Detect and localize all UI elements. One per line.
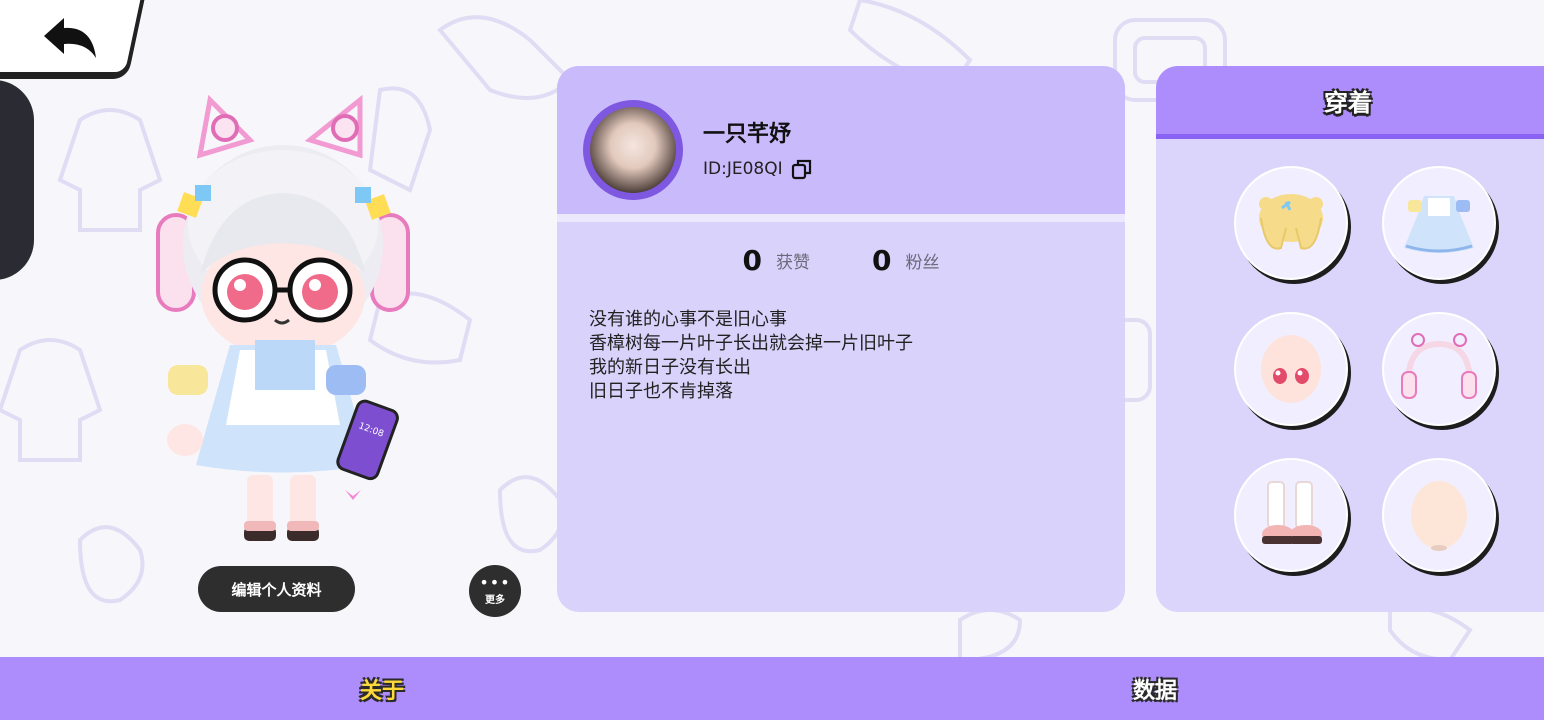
- copy-icon[interactable]: [791, 158, 813, 180]
- bio-line: 香樟树每一片叶子长出就会掉一片旧叶子: [589, 333, 913, 354]
- followers-count: 0: [872, 244, 892, 277]
- bio-line: 我的新日子没有长出: [589, 357, 751, 378]
- profile-photo[interactable]: [583, 100, 683, 200]
- head-base-icon: [1411, 481, 1467, 551]
- tab-data[interactable]: 数据: [1133, 673, 1177, 705]
- wearing-item-shoes[interactable]: [1234, 458, 1348, 572]
- wearing-item-dress[interactable]: [1382, 166, 1496, 280]
- wearing-item-head[interactable]: [1382, 458, 1496, 572]
- wearing-title: 穿着: [1324, 88, 1372, 117]
- edit-profile-label: 编辑个人资料: [231, 580, 322, 599]
- profile-divider: [557, 214, 1125, 222]
- followers-stat: 0 粉丝: [872, 244, 939, 277]
- wearing-header: 穿着: [1156, 66, 1544, 134]
- wearing-item-headphones[interactable]: [1382, 312, 1496, 426]
- wearing-item-face[interactable]: [1234, 312, 1348, 426]
- side-drawer-tab[interactable]: [0, 80, 34, 280]
- back-arrow-icon: [44, 18, 96, 58]
- likes-label: 获赞: [776, 253, 810, 273]
- user-id: ID:JE08QI: [703, 159, 783, 179]
- username: 一只芊妤: [703, 122, 792, 147]
- likes-count: 0: [742, 244, 762, 277]
- stats-row: 0 获赞 0 粉丝: [557, 244, 1125, 277]
- profile-photo-image: [590, 107, 676, 193]
- avatar-character[interactable]: 12:08: [140, 95, 430, 555]
- headphones-icon: [1401, 333, 1477, 399]
- shoes-icon: [1262, 481, 1322, 544]
- wearing-header-bar: [1156, 134, 1544, 139]
- hair-icon: [1259, 194, 1323, 250]
- wearing-item-hair[interactable]: [1234, 166, 1348, 280]
- followers-label: 粉丝: [905, 253, 940, 273]
- bio: 没有谁的心事不是旧心事 香樟树每一片叶子长出就会掉一片旧叶子 我的新日子没有长出…: [589, 308, 913, 404]
- tab-about[interactable]: 关于: [360, 673, 404, 705]
- more-dots-icon: •••: [479, 572, 511, 592]
- bio-line: 旧日子也不肯掉落: [589, 381, 733, 402]
- user-id-row: ID:JE08QI: [703, 158, 813, 180]
- wearing-panel: 穿着: [1156, 66, 1544, 612]
- face-icon: [1261, 335, 1321, 403]
- dress-icon: [1404, 196, 1474, 253]
- bottom-tab-bar: 关于 数据: [0, 657, 1544, 720]
- profile-card: 一只芊妤 ID:JE08QI 0 获赞 0 粉丝 没有谁的心事不是旧心事 香樟树…: [557, 66, 1125, 612]
- edit-profile-button[interactable]: 编辑个人资料: [198, 566, 355, 612]
- more-button[interactable]: ••• 更多: [469, 565, 521, 617]
- more-label: 更多: [485, 594, 505, 606]
- bio-line: 没有谁的心事不是旧心事: [589, 309, 787, 330]
- likes-stat: 0 获赞: [743, 244, 810, 277]
